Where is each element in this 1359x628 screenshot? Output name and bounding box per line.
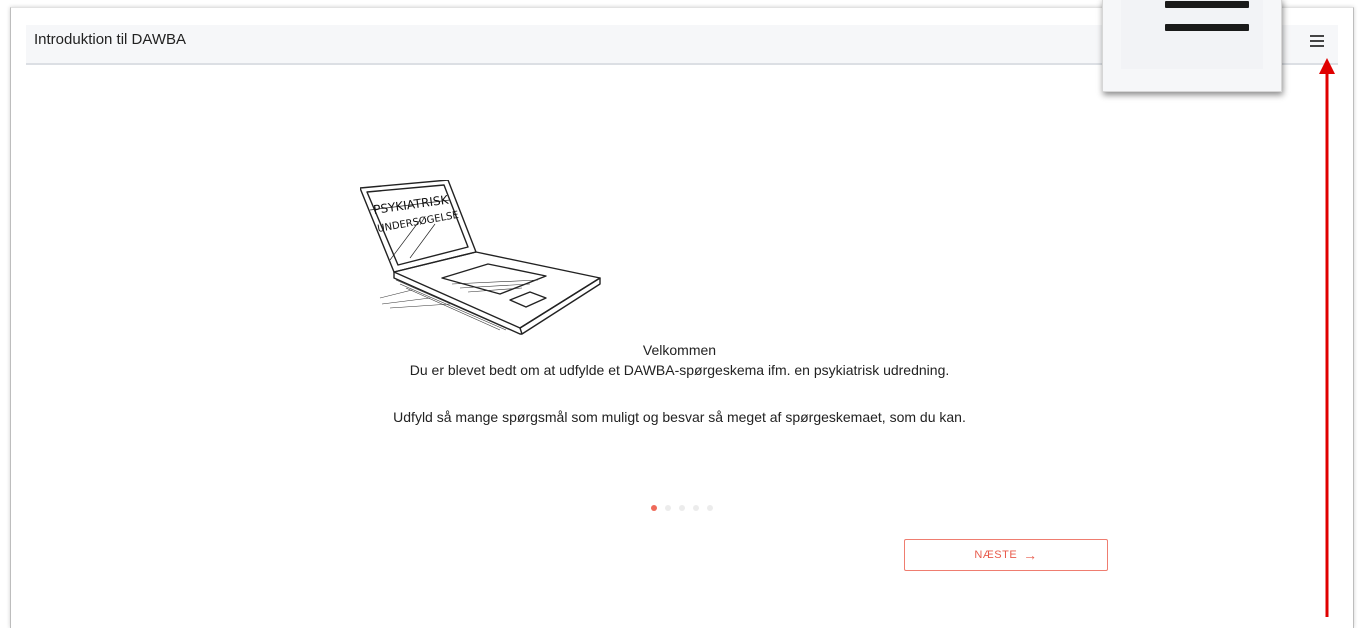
menu-icon-zoom-callout bbox=[1102, 0, 1282, 92]
intro-text-line1: Du er blevet bedt om at udfylde et DAWBA… bbox=[409, 362, 950, 378]
annotation-arrow-icon bbox=[1319, 58, 1335, 617]
next-button-label: NÆSTE bbox=[974, 549, 1018, 561]
welcome-heading: Velkommen bbox=[642, 342, 717, 358]
laptop-illustration: PSYKIATRISK UNDERSØGELSE bbox=[360, 180, 601, 335]
intro-text-line2: Udfyld så mange spørgsmål som muligt og … bbox=[393, 409, 966, 425]
pagination-dot-1[interactable] bbox=[651, 505, 657, 511]
pagination-dot-2[interactable] bbox=[665, 505, 671, 511]
zoom-callout-inner bbox=[1121, 0, 1263, 69]
app-window bbox=[10, 7, 1354, 628]
hamburger-menu-icon[interactable] bbox=[1309, 33, 1325, 49]
pagination-dot-3[interactable] bbox=[679, 505, 685, 511]
pagination-dot-4[interactable] bbox=[693, 505, 699, 511]
arrow-right-icon: → bbox=[1023, 547, 1038, 563]
next-button[interactable]: NÆSTE → bbox=[904, 539, 1108, 571]
pagination-dot-5[interactable] bbox=[707, 505, 713, 511]
page-title: Introduktion til DAWBA bbox=[34, 31, 186, 48]
